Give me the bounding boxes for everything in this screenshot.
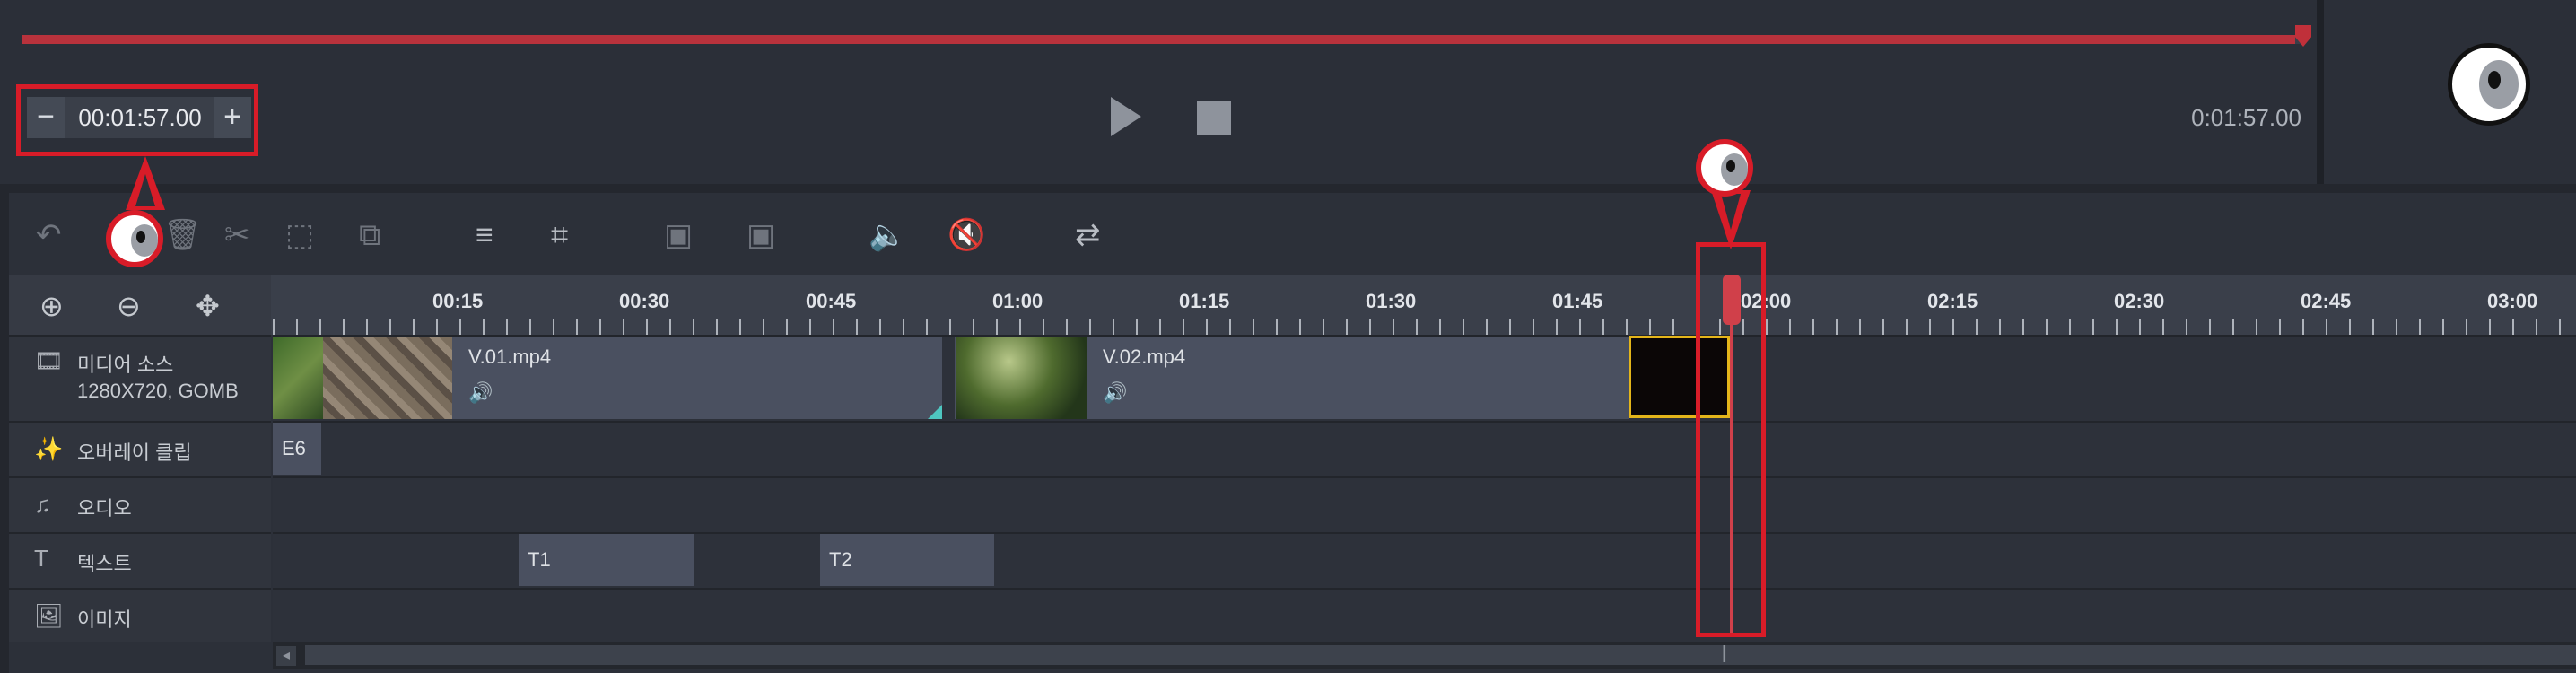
ruler-tick-label: 02:15 bbox=[1927, 290, 1978, 312]
image-icon: 🖼 bbox=[34, 602, 65, 629]
ruler-tick-label: 00:15 bbox=[432, 290, 484, 312]
fit-timeline-icon[interactable]: ✥ bbox=[196, 289, 220, 323]
image-lane[interactable] bbox=[273, 588, 2576, 642]
overlay-icon: ✨ bbox=[34, 435, 64, 462]
cursor-marker-icon bbox=[1696, 139, 1753, 197]
cursor-marker-icon bbox=[106, 210, 163, 267]
clip-name: T2 bbox=[829, 548, 852, 571]
track-name: 미디어 소스 bbox=[77, 354, 174, 376]
film-icon: 🎞 bbox=[34, 347, 65, 374]
clip-end-marker bbox=[928, 405, 942, 419]
track-name: 오버레이 클립 bbox=[77, 441, 192, 464]
video-clip-2[interactable]: V.02.mp4 🔊 bbox=[955, 336, 1629, 419]
text-icon: T bbox=[34, 545, 48, 572]
video-clip-1[interactable]: V.01.mp4 🔊 bbox=[273, 336, 942, 419]
clip-thumbnail bbox=[273, 336, 323, 419]
replace-image-icon[interactable]: ⇄ bbox=[1075, 220, 1101, 250]
audio-lane[interactable] bbox=[273, 476, 2576, 532]
speaker-icon: 🔊 bbox=[1103, 381, 1128, 404]
zoom-out-icon[interactable]: ⊖ bbox=[117, 289, 141, 323]
callout-pointer-inner bbox=[1721, 194, 1741, 230]
track-name: 오디오 bbox=[77, 497, 132, 520]
clip-name: V.02.mp4 bbox=[1103, 345, 1186, 368]
image-in-icon[interactable]: ▣ bbox=[664, 220, 693, 250]
clip-name: V.01.mp4 bbox=[468, 345, 552, 368]
ruler-tick-label: 01:00 bbox=[992, 290, 1043, 312]
playhead-highlight bbox=[1696, 242, 1766, 637]
clip-name: E6 bbox=[282, 437, 306, 459]
ruler-tick-label: 01:15 bbox=[1179, 290, 1230, 312]
adjust-icon[interactable]: ≡ bbox=[476, 220, 493, 250]
undo-icon[interactable]: ↶ bbox=[36, 220, 62, 250]
track-name: 이미지 bbox=[77, 608, 132, 631]
track-header-overlay[interactable]: ✨ 오버레이 클립 bbox=[9, 421, 271, 476]
crop-icon[interactable]: ⌗ bbox=[551, 220, 568, 250]
play-button[interactable] bbox=[1111, 97, 1141, 136]
clip-thumbnail bbox=[956, 336, 1087, 419]
ruler-tick-label: 01:45 bbox=[1552, 290, 1603, 312]
preview-panel bbox=[0, 0, 2317, 184]
track-subtitle: 1280X720, GOMB bbox=[77, 380, 239, 402]
ruler-tick-label: 02:30 bbox=[2114, 290, 2165, 312]
ruler-tick-label: 02:45 bbox=[2301, 290, 2352, 312]
track-header-media[interactable]: 🎞 미디어 소스 1280X720, GOMB bbox=[9, 335, 271, 421]
delete-icon[interactable]: 🗑 bbox=[163, 220, 202, 250]
stop-button[interactable] bbox=[1197, 101, 1231, 135]
ruler-tick-label: 01:30 bbox=[1366, 290, 1417, 312]
audio-mute-icon[interactable]: 🔇 bbox=[947, 220, 985, 250]
clip-name: T1 bbox=[528, 548, 551, 571]
overlay-clip[interactable]: E6 bbox=[273, 423, 321, 475]
scroll-left-icon[interactable]: ◂ bbox=[276, 646, 296, 666]
select-region-icon[interactable]: ⬚ bbox=[285, 220, 314, 250]
ruler-tick-label: 03:00 bbox=[2487, 290, 2538, 312]
callout-pointer-inner bbox=[135, 174, 155, 206]
clip-thumbnail bbox=[323, 336, 452, 419]
music-note-icon: ♫ bbox=[34, 491, 52, 518]
time-readout: 0:01:57.00 bbox=[2191, 104, 2301, 131]
text-clip-2[interactable]: T2 bbox=[820, 534, 994, 586]
scrollbar-thumb[interactable] bbox=[305, 645, 2576, 665]
time-stepper-highlight bbox=[16, 84, 258, 156]
ruler-ticks bbox=[273, 319, 2576, 335]
speaker-icon: 🔊 bbox=[468, 381, 493, 404]
overlay-lane[interactable] bbox=[273, 421, 2576, 476]
text-clip-1[interactable]: T1 bbox=[519, 534, 694, 586]
track-header-image[interactable]: 🖼 이미지 bbox=[9, 588, 271, 642]
ruler-tick-label: 00:30 bbox=[619, 290, 670, 312]
track-name: 텍스트 bbox=[77, 553, 132, 575]
audio-in-icon[interactable]: 🔈 bbox=[869, 220, 906, 250]
track-header-text[interactable]: T 텍스트 bbox=[9, 532, 271, 588]
split-icon[interactable]: ⧉ bbox=[359, 220, 380, 250]
zoom-in-icon[interactable]: ⊕ bbox=[39, 289, 64, 323]
ruler-tick-label: 00:45 bbox=[806, 290, 857, 312]
preview-divider[interactable] bbox=[2317, 0, 2324, 184]
cut-icon[interactable]: ✂ bbox=[224, 220, 250, 250]
cursor-marker-icon bbox=[2448, 43, 2530, 126]
timeline-toolbar bbox=[9, 193, 2576, 275]
scrollbar-grip-icon: ┃ bbox=[1720, 647, 1729, 662]
track-header-audio[interactable]: ♫ 오디오 bbox=[9, 476, 271, 532]
playback-progress-fill bbox=[22, 35, 2295, 44]
image-out-icon[interactable]: ▣ bbox=[747, 220, 775, 250]
